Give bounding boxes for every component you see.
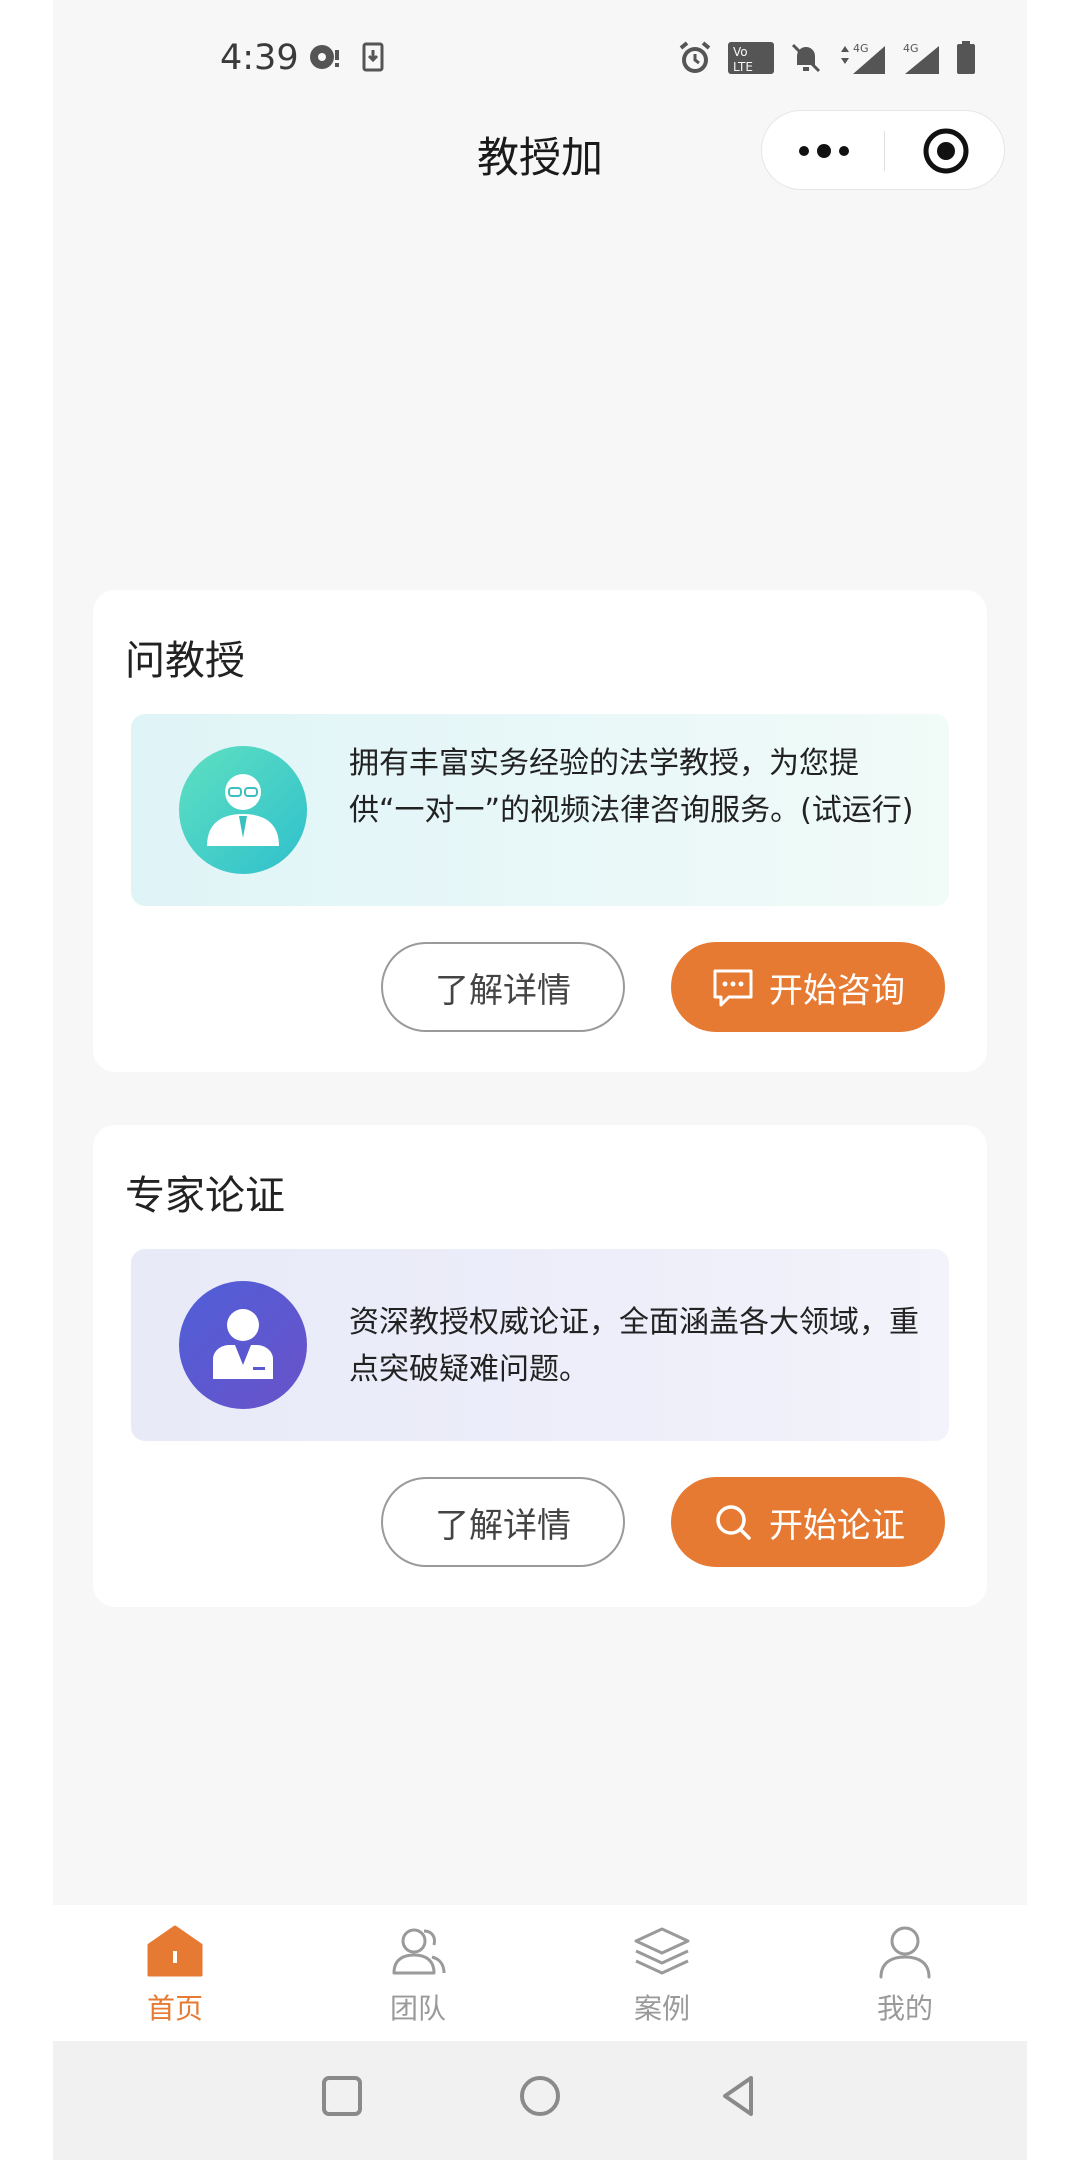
tab-label: 我的 xyxy=(876,1992,933,2025)
ask-professor-card: 问教授 拥有丰富实务经验的法学教授，为您提供“一对一”的视频法律咨询服务。(试运… xyxy=(93,590,987,1072)
chat-icon xyxy=(713,969,753,1007)
search-icon xyxy=(716,1505,751,1540)
card-info-panel: 资深教授权威论证，全面涵盖各大领域，重点突破疑难问题。 xyxy=(131,1249,949,1441)
volte-icon: Vo LTE xyxy=(728,42,774,74)
battery-icon xyxy=(957,41,975,74)
system-navigation-bar xyxy=(53,2041,1027,2160)
card-info-panel: 拥有丰富实务经验的法学教授，为您提供“一对一”的视频法律咨询服务。(试运行) xyxy=(131,714,949,906)
user-icon xyxy=(879,1926,931,1979)
home-icon xyxy=(147,1925,203,1977)
professor-icon xyxy=(207,774,279,846)
start-argument-label: 开始论证 xyxy=(769,1505,905,1546)
start-consultation-label: 开始咨询 xyxy=(769,970,905,1011)
svg-text:4G: 4G xyxy=(903,42,919,55)
capsule-divider xyxy=(884,131,885,171)
alarm-icon xyxy=(679,41,711,73)
svg-text:LTE: LTE xyxy=(733,60,753,74)
svg-text:4G: 4G xyxy=(853,42,869,55)
navigation-bar: 教授加 xyxy=(53,110,1027,190)
tab-mine[interactable]: 我的 xyxy=(830,1923,980,2027)
tab-label: 首页 xyxy=(146,1992,203,2025)
card-title: 问教授 xyxy=(125,638,245,684)
sync-icon xyxy=(310,45,339,69)
bottom-tab-bar: 首页 团队 案例 我的 xyxy=(53,1905,1027,2041)
professor-avatar xyxy=(179,746,307,874)
learn-more-button[interactable]: 了解详情 xyxy=(381,942,625,1032)
expert-avatar xyxy=(179,1281,307,1409)
card-description: 拥有丰富实务经验的法学教授，为您提供“一对一”的视频法律咨询服务。(试运行) xyxy=(349,746,914,828)
start-argument-button[interactable]: 开始论证 xyxy=(671,1477,945,1567)
mute-bell-icon xyxy=(791,43,821,73)
recents-icon[interactable] xyxy=(319,2073,365,2119)
mini-program-capsule xyxy=(761,110,1005,190)
signal-icon: 4G xyxy=(841,42,885,74)
tab-home[interactable]: 首页 xyxy=(100,1923,250,2027)
tab-label: 团队 xyxy=(389,1992,446,2025)
tab-label: 案例 xyxy=(633,1992,690,2025)
status-time: 4:39 xyxy=(220,38,299,78)
app-screen: 4:39 Vo LTE 4G 4G 教授加 问教授 拥有丰富实务经验的法学教授，… xyxy=(53,0,1027,2160)
home-button-icon[interactable] xyxy=(517,2073,563,2119)
close-target-icon[interactable] xyxy=(922,127,970,175)
download-icon xyxy=(362,42,384,72)
layers-icon xyxy=(634,1927,690,1975)
expert-argument-card: 专家论证 资深教授权威论证，全面涵盖各大领域，重点突破疑难问题。 了解详情 开始… xyxy=(93,1125,987,1607)
more-icon[interactable] xyxy=(792,131,856,171)
team-icon xyxy=(392,1928,446,1975)
svg-text:Vo: Vo xyxy=(733,45,748,59)
status-bar: 4:39 Vo LTE 4G 4G xyxy=(53,0,1027,120)
learn-more-button[interactable]: 了解详情 xyxy=(381,1477,625,1567)
back-icon[interactable] xyxy=(715,2073,761,2119)
expert-icon xyxy=(213,1309,273,1379)
card-description: 资深教授权威论证，全面涵盖各大领域，重点突破疑难问题。 xyxy=(349,1305,919,1387)
signal-icon-2: 4G xyxy=(903,42,939,74)
card-title: 专家论证 xyxy=(125,1173,285,1219)
tab-cases[interactable]: 案例 xyxy=(587,1923,737,2027)
start-consultation-button[interactable]: 开始咨询 xyxy=(671,942,945,1032)
tab-team[interactable]: 团队 xyxy=(343,1923,493,2027)
